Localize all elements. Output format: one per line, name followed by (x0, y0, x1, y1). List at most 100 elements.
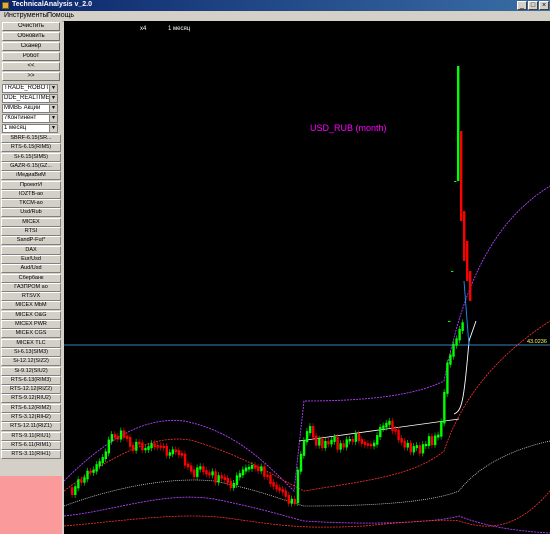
instrument-item[interactable]: RTS-6.15(RIM5) (1, 143, 61, 153)
candle (171, 449, 175, 455)
robot-button[interactable]: Робот (2, 52, 60, 61)
instrument-item[interactable]: MICEX O&G (1, 310, 61, 320)
candle (247, 466, 251, 470)
menu-help[interactable]: Помощь (47, 12, 74, 19)
instrument-item[interactable]: MICEX (1, 217, 61, 227)
candle (168, 452, 172, 456)
instrument-item[interactable]: DAX (1, 245, 61, 255)
instrument-item[interactable]: MICEX MbM (1, 301, 61, 311)
candle (427, 436, 431, 446)
candle (77, 479, 80, 489)
instrument-item[interactable]: Сбербанк (1, 273, 61, 283)
candle (415, 445, 419, 449)
candle (196, 467, 199, 477)
instrument-item[interactable]: IOZTB-ao (1, 189, 61, 199)
instrument-item[interactable]: Si-6.15(SIM5) (1, 152, 61, 162)
candle (104, 451, 107, 460)
window-title: TechnicalAnalysis v_2.0 (12, 1, 93, 8)
period-select[interactable]: 1 месяц ▼ (2, 124, 58, 133)
instrument-item[interactable]: RTS-9.12(RIU2) (1, 394, 61, 404)
instrument-item[interactable]: SandP-Fut* (1, 236, 61, 246)
candle (345, 439, 348, 448)
maximize-button[interactable]: □ (528, 1, 538, 10)
candle (382, 425, 385, 429)
instrument-item[interactable]: TKCM-ao (1, 199, 61, 209)
market-select[interactable]: ММВБ Акции ▼ (2, 104, 58, 113)
candle (238, 473, 242, 478)
band-line (463, 280, 470, 347)
candle (211, 471, 214, 476)
instrument-item[interactable]: Si-9.12(SIU2) (1, 366, 61, 376)
minimize-button[interactable]: _ (517, 1, 527, 10)
candle (418, 445, 422, 454)
instrument-item[interactable]: RTS-9.11(RIU1) (1, 431, 61, 441)
next-button[interactable]: >> (2, 72, 60, 81)
candle (293, 498, 297, 504)
candle (327, 440, 330, 445)
instrument-item[interactable]: ПроектИ (1, 180, 61, 190)
candle (235, 475, 239, 485)
candle (308, 426, 312, 434)
candle (272, 481, 275, 487)
price-chart[interactable]: x4 1 месяц USD_RUB (month) 43.0236 (64, 21, 550, 534)
candle (71, 487, 74, 495)
instrument-item[interactable]: RTS-6.12(RIM2) (1, 403, 61, 413)
instrument-item[interactable]: RTS-12.12(RIZ2) (1, 385, 61, 395)
instrument-item[interactable]: RTSVX (1, 292, 61, 302)
instrument-item[interactable]: RTSI (1, 227, 61, 236)
candle (449, 354, 452, 365)
candle (305, 431, 309, 443)
mode-select[interactable]: TRADE_ROBOT ▼ (2, 84, 58, 93)
band-line (64, 496, 550, 534)
candle (321, 438, 324, 449)
candle (260, 466, 263, 472)
app-window: TechnicalAnalysis v_2.0 _ □ × Инструмент… (0, 0, 550, 534)
candle (348, 438, 351, 442)
instrument-item[interactable]: Aud/Usd (1, 264, 61, 274)
candle (266, 474, 269, 477)
candle (150, 443, 153, 449)
instrument-item[interactable]: RTS-3.11(RIH1) (1, 450, 61, 460)
candle (448, 321, 451, 322)
candle (360, 439, 364, 444)
prev-button[interactable]: << (2, 62, 60, 71)
instrument-item[interactable]: Si-12.12(SIZ2) (1, 357, 61, 367)
empty-panel (0, 476, 62, 534)
candle (74, 486, 77, 495)
close-button[interactable]: × (539, 1, 549, 10)
instrument-item[interactable]: MICEX TLC (1, 338, 61, 348)
band-line (64, 320, 550, 492)
ticker-select[interactable]: 7Континент ▼ (2, 114, 58, 123)
candle (162, 445, 165, 448)
instrument-item[interactable]: MICEX CGS (1, 329, 61, 339)
instrument-item[interactable]: GAZR-6.15(GZ... (1, 161, 61, 171)
instrument-item[interactable]: RTS-6.11(RIM1) (1, 440, 61, 450)
candle (400, 438, 403, 443)
instrument-item[interactable]: iМедиаВиМ (1, 171, 61, 181)
menu-tools[interactable]: Инструменты (4, 12, 48, 19)
candle (125, 435, 129, 439)
instrument-item[interactable]: Usd/Rub (1, 208, 61, 218)
instrument-item[interactable]: Si-6.13(SIM3) (1, 347, 61, 357)
instrument-item[interactable]: RTS-6.13(RIM3) (1, 375, 61, 385)
candle (232, 482, 236, 488)
candle (263, 466, 266, 477)
instrument-item[interactable]: RTS-12.11(RIZ1) (1, 422, 61, 432)
source-select[interactable]: DDE_REALTIME ▼ (2, 94, 58, 103)
refresh-button[interactable]: Обновить (2, 32, 60, 41)
scanner-button[interactable]: Сканер (2, 42, 60, 51)
candle (296, 469, 300, 504)
instrument-item[interactable]: MICEX PWR (1, 320, 61, 329)
candle (199, 466, 202, 470)
candle (135, 441, 138, 451)
candle (251, 464, 254, 469)
instrument-item[interactable]: Eur/Usd (1, 254, 61, 264)
candle (101, 457, 104, 464)
chart-canvas: x4 1 месяц USD_RUB (month) 43.0236 (64, 26, 550, 534)
instrument-item[interactable]: SBRF-6.15(SR... (1, 134, 61, 143)
instrument-item[interactable]: ГАЗПРОМ ао (1, 282, 61, 292)
instrument-item[interactable]: RTS-3.12(RIH2) (1, 413, 61, 422)
clear-button[interactable]: Очистить (2, 22, 60, 31)
chevron-down-icon: ▼ (49, 105, 57, 112)
candle (391, 420, 394, 431)
